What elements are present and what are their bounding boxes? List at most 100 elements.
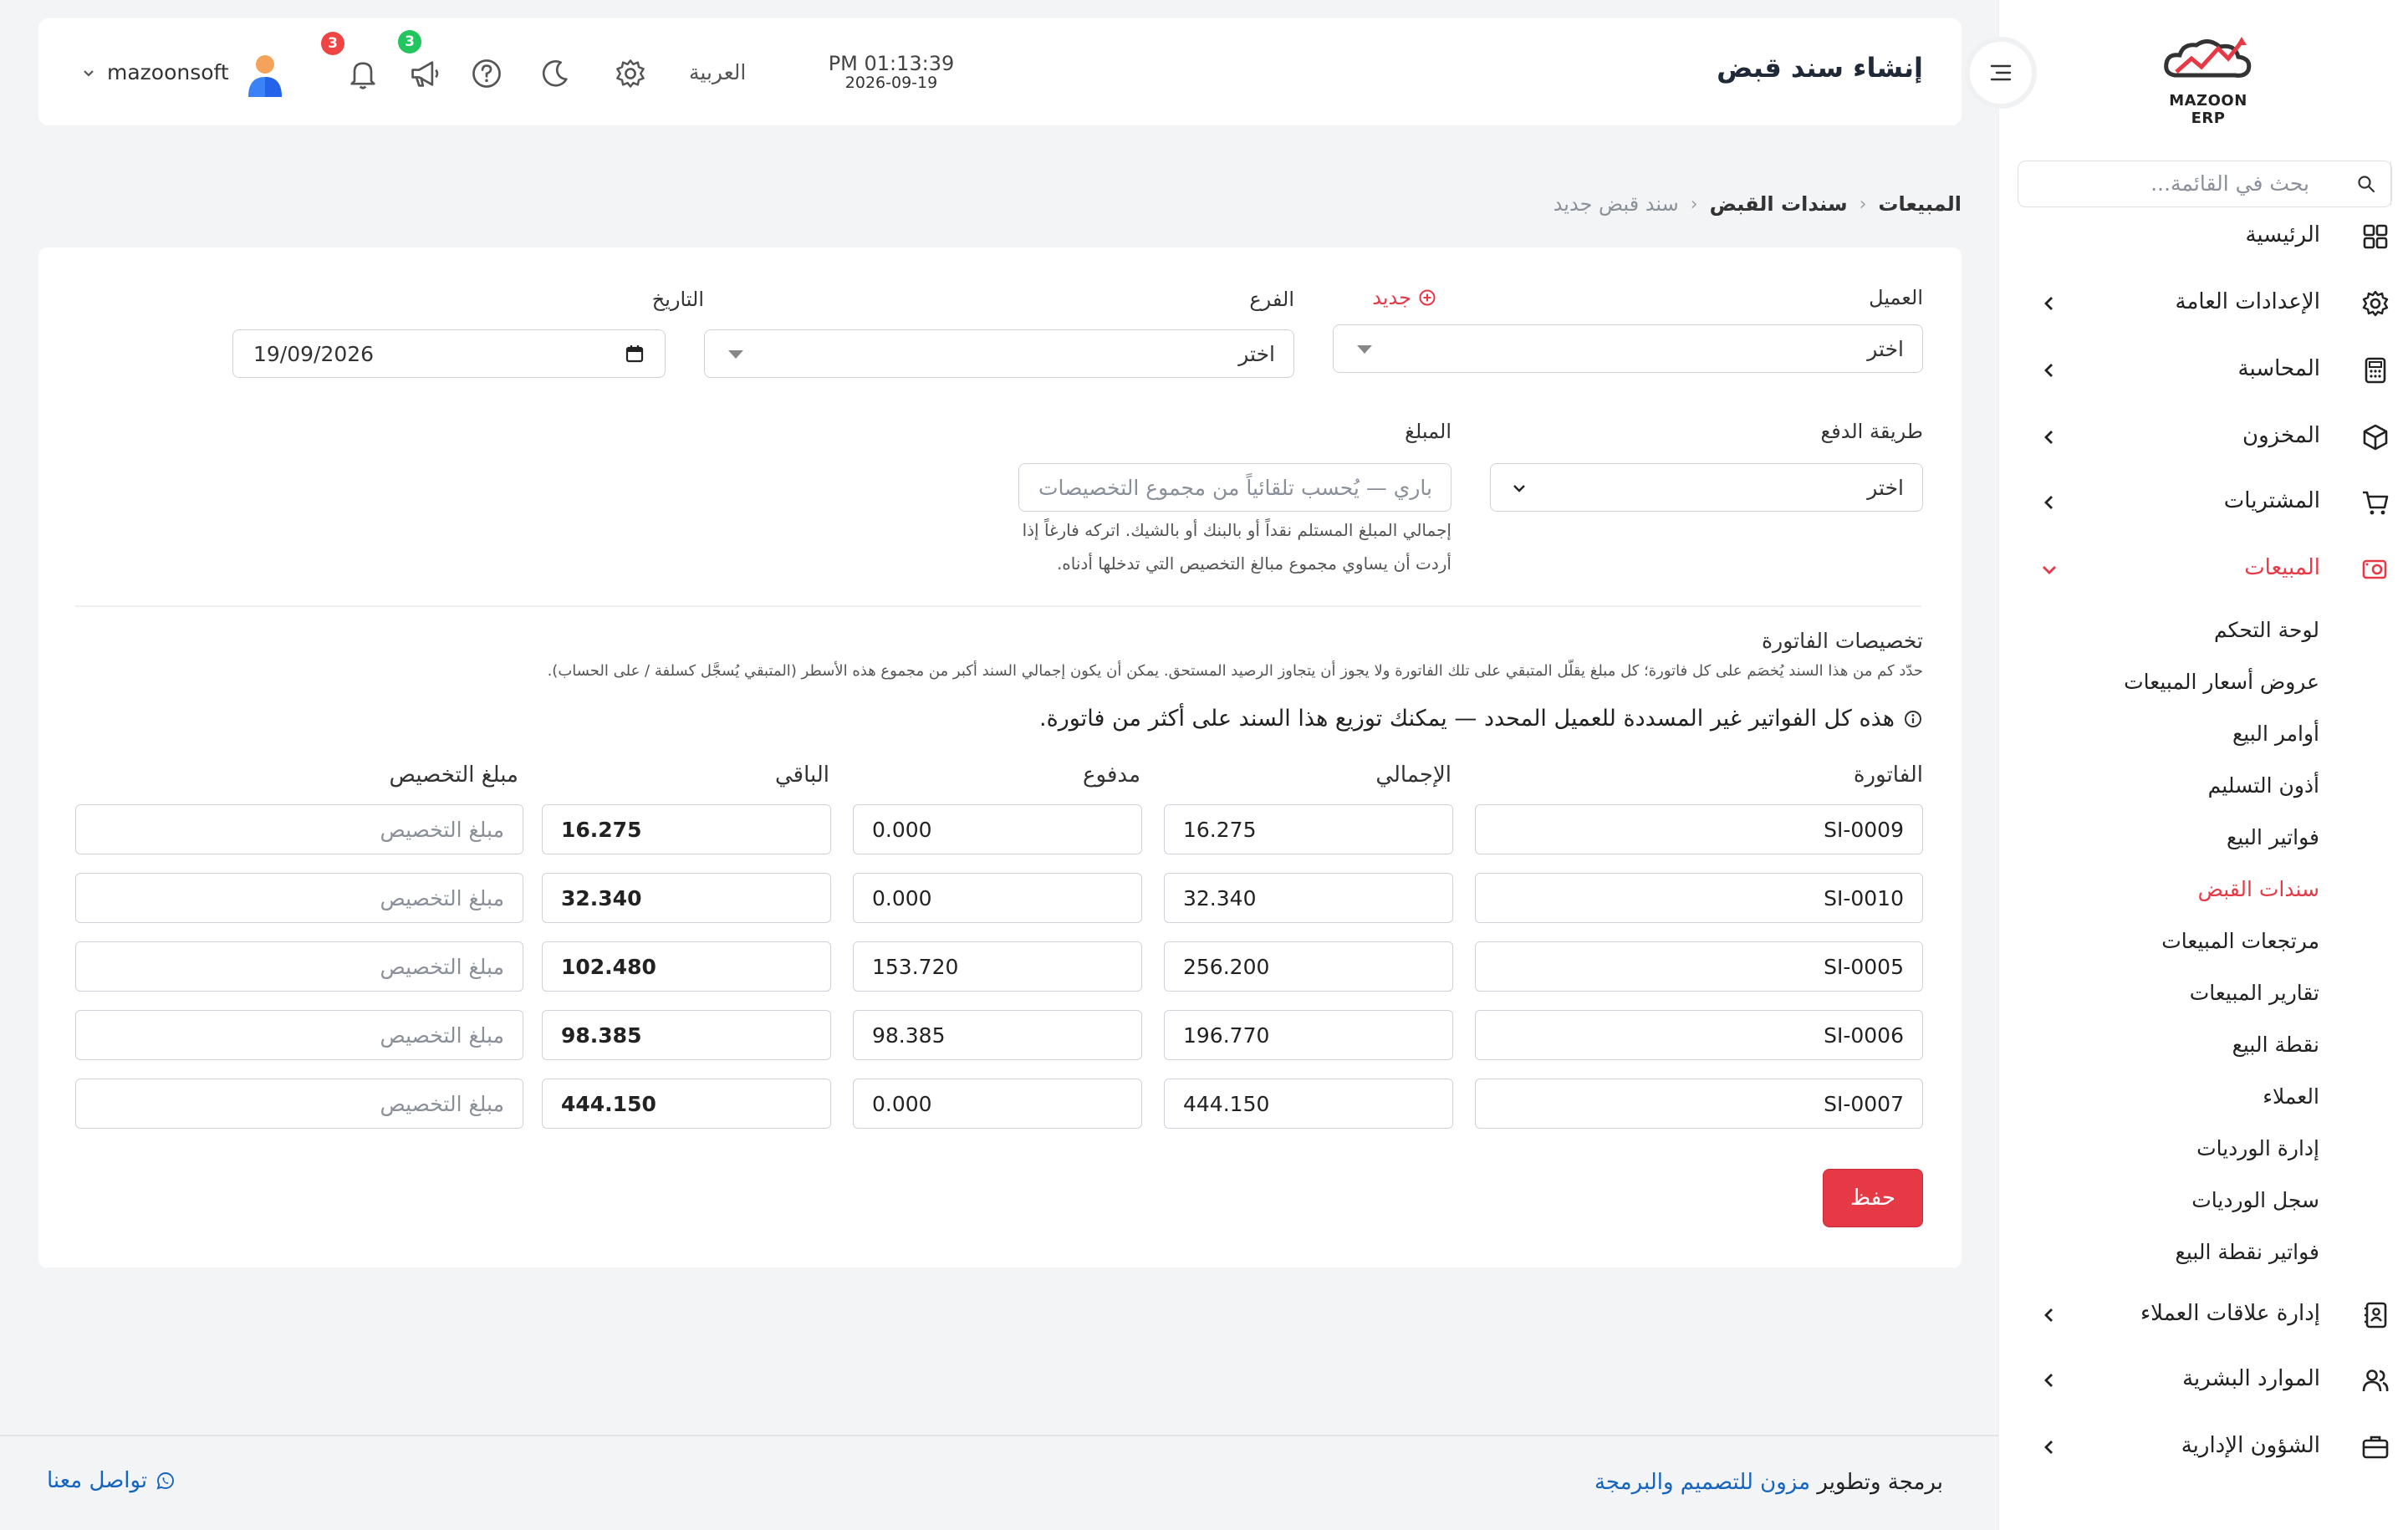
allocation-amount-field[interactable] xyxy=(76,942,523,991)
save-button[interactable]: حفظ xyxy=(1823,1169,1923,1227)
avatar[interactable] xyxy=(244,52,286,97)
sidebar-item-crm[interactable]: إدارة علاقات العملاء xyxy=(1999,1294,2408,1336)
table-row-paid: 0.000 xyxy=(853,804,1142,854)
sidebar-item-label: الموارد البشرية xyxy=(2182,1366,2320,1391)
allocation-amount-input[interactable] xyxy=(75,941,523,992)
sidebar-subitem-dashboard[interactable]: لوحة التحكم xyxy=(2214,614,2319,647)
sidebar-subitem-quotations[interactable]: عروض أسعار المبيعات xyxy=(2124,666,2319,699)
bell-icon[interactable] xyxy=(346,57,380,90)
allocation-amount-input[interactable] xyxy=(75,1010,523,1060)
dashboard-grid-icon xyxy=(2360,222,2390,252)
sidebar-item-home[interactable]: الرئيسية xyxy=(1999,216,2408,258)
invoice-number: SI-0010 xyxy=(1824,886,1904,910)
sidebar-item-accounting[interactable]: المحاسبة xyxy=(1999,349,2408,391)
column-paid: مدفوع xyxy=(1083,762,1140,788)
allocations-info-text: هذه كل الفواتير غير المسددة للعميل المحد… xyxy=(1039,706,1895,732)
sidebar-subitem-pos[interactable]: نقطة البيع xyxy=(2232,1028,2319,1062)
sidebar-item-purchases[interactable]: المشتريات xyxy=(1999,482,2408,523)
invoice-number: SI-0005 xyxy=(1824,955,1904,979)
allocation-amount-field[interactable] xyxy=(76,1079,523,1128)
user-name[interactable]: mazoonsoft xyxy=(107,60,229,84)
invoice-total: 16.275 xyxy=(1183,818,1257,842)
payment-method-select[interactable]: اختر xyxy=(1490,463,1923,512)
customer-select[interactable]: اختر xyxy=(1333,324,1923,373)
announcements-badge: 3 xyxy=(398,30,421,54)
sidebar-item-label: إدارة علاقات العملاء xyxy=(2140,1301,2320,1326)
amount-input[interactable]: باري — يُحسب تلقائياً من مجموع التخصيصات xyxy=(1018,463,1451,512)
sidebar-subitem-pos-invoices[interactable]: فواتير نقطة البيع xyxy=(2176,1236,2319,1269)
branch-select[interactable]: اختر xyxy=(704,329,1294,378)
sidebar-item-label: المحاسبة xyxy=(2237,356,2320,381)
footer-credit-link[interactable]: مزون للتصميم والبرمجة xyxy=(1594,1470,1810,1495)
breadcrumb-current: سند قبض جديد xyxy=(1553,192,1679,216)
chevron-left-icon xyxy=(2041,429,2058,446)
search-icon[interactable] xyxy=(2341,161,2391,206)
contact-us-link[interactable]: تواصل معنا xyxy=(47,1468,176,1493)
breadcrumb-receipt-vouchers[interactable]: سندات القبض xyxy=(1710,192,1848,216)
new-customer-link[interactable]: جديد xyxy=(1372,286,1436,309)
menu-search-input[interactable] xyxy=(2018,161,2329,206)
sidebar-subitem-sales-returns[interactable]: مرتجعات المبيعات xyxy=(2161,925,2319,958)
table-row-total: 16.275 xyxy=(1164,804,1453,854)
clock: PM 01:13:39 2026-09-19 xyxy=(791,52,992,92)
amount-placeholder: باري — يُحسب تلقائياً من مجموع التخصيصات xyxy=(1038,476,1432,500)
announcement-megaphone-icon[interactable] xyxy=(408,57,441,90)
sidebar-subitem-shift-management[interactable]: إدارة الورديات xyxy=(2196,1132,2319,1165)
sidebar-item-settings[interactable]: الإعدادات العامة xyxy=(1999,283,2408,324)
table-row-paid: 0.000 xyxy=(853,1079,1142,1129)
sidebar-item-label: المخزون xyxy=(2242,423,2320,448)
sidebar-subitem-receipt-vouchers[interactable]: سندات القبض xyxy=(2198,873,2319,906)
sidebar-subitem-delivery-notes[interactable]: أذون التسليم xyxy=(2208,769,2319,803)
sidebar-item-inventory[interactable]: المخزون xyxy=(1999,416,2408,458)
dark-mode-moon-icon[interactable] xyxy=(538,57,572,90)
sidebar-subitem-sales-invoices[interactable]: فواتير البيع xyxy=(2227,821,2319,854)
allocation-amount-field[interactable] xyxy=(76,874,523,922)
amount-label: المبلغ xyxy=(1405,420,1451,443)
chevron-down-icon xyxy=(1511,480,1528,497)
sidebar-item-admin[interactable]: الشؤون الإدارية xyxy=(1999,1426,2408,1468)
allocation-amount-input[interactable] xyxy=(75,804,523,854)
date-input[interactable]: 19/09/2026 xyxy=(232,329,666,378)
users-icon xyxy=(2360,1365,2390,1395)
invoice-total: 32.340 xyxy=(1183,886,1257,910)
allocation-amount-field[interactable] xyxy=(76,1011,523,1059)
table-row-total: 444.150 xyxy=(1164,1079,1453,1129)
gear-icon[interactable] xyxy=(614,57,647,90)
allocation-amount-input[interactable] xyxy=(75,873,523,923)
customer-label: العميل xyxy=(1869,286,1923,309)
sidebar: MAZOON ERP الرئيسية الإعدادات العامة الم… xyxy=(1998,0,2408,1530)
sidebar-item-hr[interactable]: الموارد البشرية xyxy=(1999,1359,2408,1401)
calculator-icon xyxy=(2360,355,2390,385)
receipt-form-card: العميل جديد الفرع التاريخ اختر اختر 19/0… xyxy=(38,247,1962,1267)
breadcrumb-sales[interactable]: المبيعات xyxy=(1878,192,1962,216)
sidebar-subitem-sales-reports[interactable]: تقارير المبيعات xyxy=(2190,977,2319,1010)
date-input-value: 19/09/2026 xyxy=(253,342,375,366)
sidebar-item-label: الإعدادات العامة xyxy=(2175,289,2320,314)
language-switch[interactable]: العربية xyxy=(689,60,746,84)
section-divider xyxy=(75,605,1921,607)
invoice-number: SI-0009 xyxy=(1824,818,1904,842)
chevron-down-icon[interactable] xyxy=(82,67,95,80)
caret-down-icon xyxy=(1357,345,1372,354)
allocations-info: هذه كل الفواتير غير المسددة للعميل المحد… xyxy=(1039,706,1923,732)
chevron-left-icon xyxy=(2041,494,2058,511)
invoice-paid: 153.720 xyxy=(872,955,959,979)
sidebar-subitem-shift-log[interactable]: سجل الورديات xyxy=(2191,1184,2319,1217)
sidebar-item-sales[interactable]: المبيعات xyxy=(1999,548,2408,590)
chevron-left-icon xyxy=(2041,362,2058,379)
sidebar-subitem-sales-orders[interactable]: أوامر البيع xyxy=(2232,717,2319,751)
sidebar-subitem-customers[interactable]: العملاء xyxy=(2263,1080,2319,1114)
help-icon[interactable] xyxy=(470,57,503,90)
footer-credit-prefix: برمجة وتطوير xyxy=(1817,1470,1943,1495)
menu-lines-icon xyxy=(1990,64,2012,81)
calendar-icon[interactable] xyxy=(625,344,645,364)
table-row-paid: 153.720 xyxy=(853,941,1142,992)
table-row-invoice: SI-0006 xyxy=(1475,1010,1923,1060)
sidebar-toggle-button[interactable] xyxy=(1965,37,2037,109)
column-total: الإجمالي xyxy=(1375,762,1451,788)
sidebar-item-label: الرئيسية xyxy=(2245,222,2320,247)
allocation-amount-input[interactable] xyxy=(75,1079,523,1129)
allocation-amount-field[interactable] xyxy=(76,805,523,854)
table-row-total: 32.340 xyxy=(1164,873,1453,923)
page-title: إنشاء سند قبض xyxy=(1717,52,1923,84)
